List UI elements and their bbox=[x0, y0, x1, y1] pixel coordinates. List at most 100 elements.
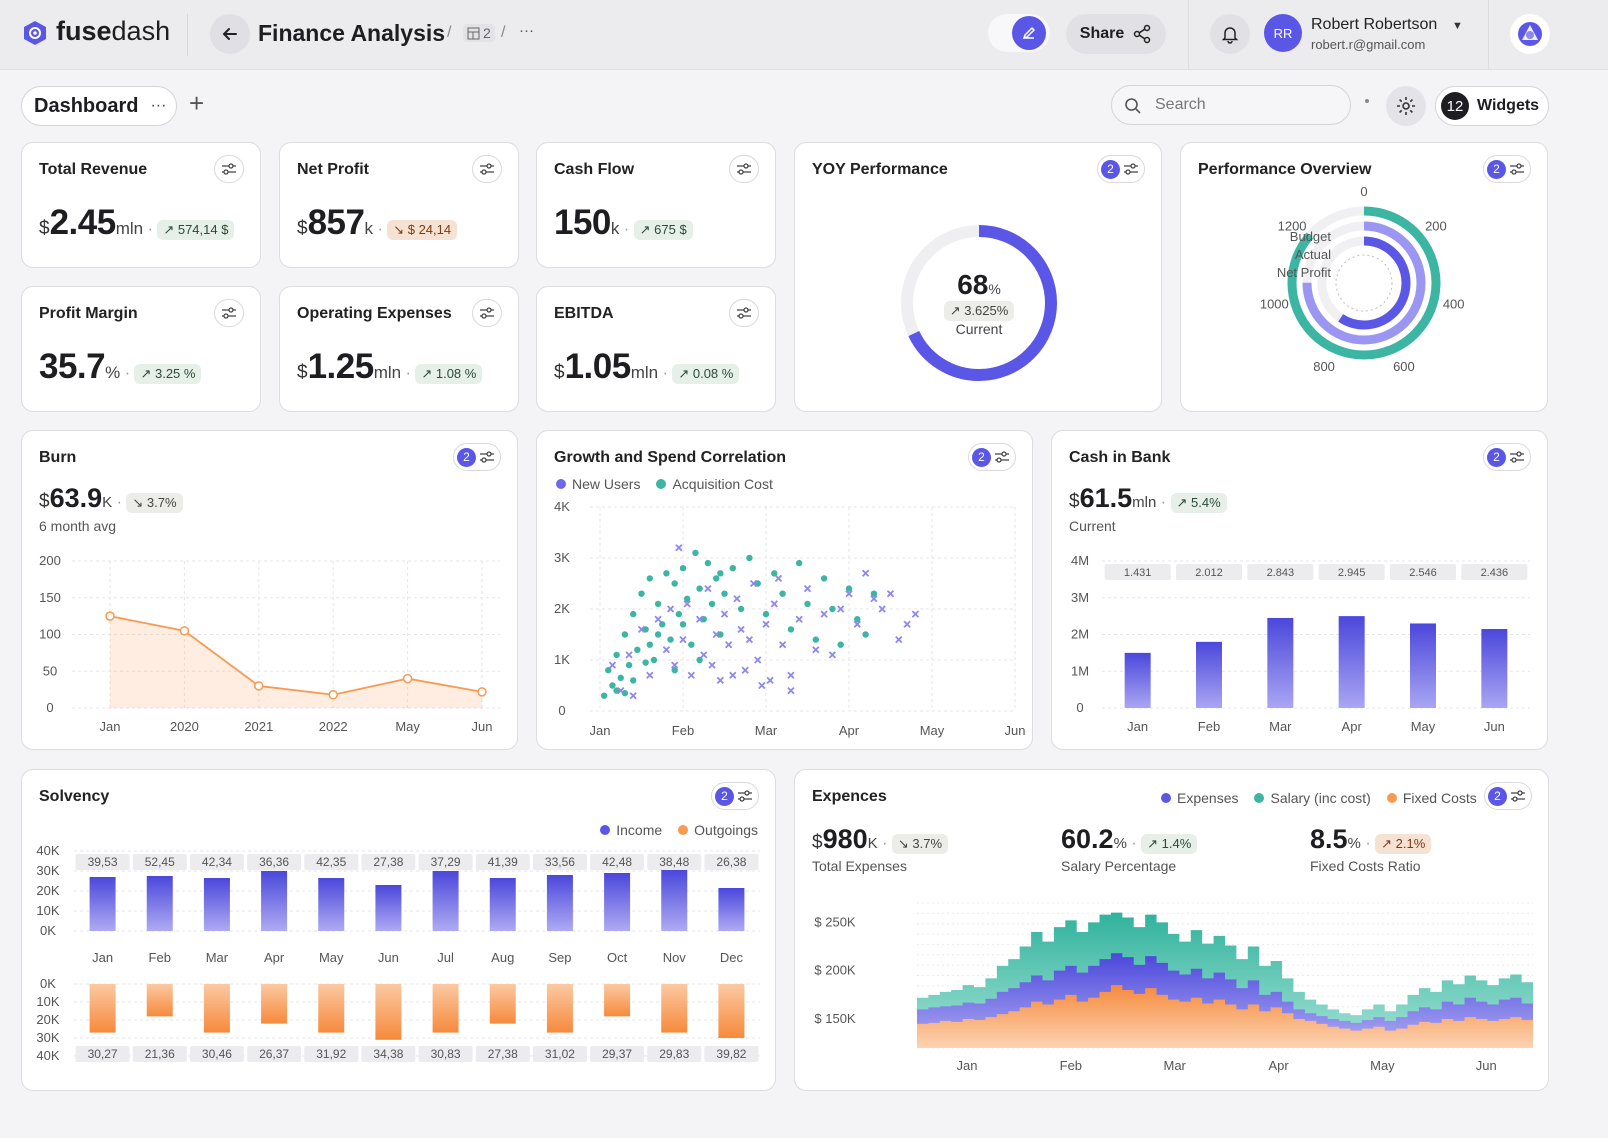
burn-point bbox=[328, 690, 338, 700]
filter-button[interactable]: 2 bbox=[1483, 443, 1531, 471]
y-tick-label: 0 bbox=[46, 700, 53, 715]
y-tick-label: 1M bbox=[1071, 663, 1089, 678]
radial-legend-label: Budget bbox=[1290, 229, 1332, 244]
legend-label: Outgoings bbox=[694, 822, 758, 838]
settings-button[interactable] bbox=[1386, 86, 1426, 126]
kpi-delta-chip: ↗ 675 $ bbox=[633, 219, 693, 240]
divider bbox=[1488, 0, 1489, 70]
scatter-point-new-users bbox=[654, 600, 662, 608]
avatar[interactable]: RR bbox=[1264, 14, 1302, 52]
outgoings-bar bbox=[146, 984, 173, 1017]
tab-dashboard[interactable]: Dashboard ··· bbox=[21, 86, 177, 126]
widgets-count-badge: 12 bbox=[1441, 92, 1469, 120]
burn-subtitle: 6 month avg bbox=[39, 518, 117, 534]
share-button[interactable]: Share bbox=[1066, 14, 1166, 54]
tab-more-button[interactable]: ··· bbox=[150, 97, 166, 115]
outgoings-bar bbox=[261, 984, 288, 1024]
bar-value-label: 2.945 bbox=[1338, 567, 1366, 579]
income-bar bbox=[318, 878, 345, 931]
bar-value-label: 27,38 bbox=[373, 855, 403, 869]
radial-tick-label: 0 bbox=[1360, 184, 1367, 199]
outgoings-bar bbox=[546, 984, 573, 1033]
scatter-point-new-users bbox=[675, 610, 683, 618]
filter-button[interactable] bbox=[214, 155, 244, 183]
back-button[interactable] bbox=[210, 14, 250, 54]
scatter-point-new-users bbox=[787, 626, 795, 633]
filter-button[interactable] bbox=[472, 299, 502, 327]
kpi-metric: $857k · ↘ $ 24,14 bbox=[297, 203, 458, 243]
kpi-value: 857 bbox=[307, 203, 365, 242]
filter-button[interactable] bbox=[472, 155, 502, 183]
tab-label: Dashboard bbox=[34, 94, 139, 117]
scatter-point-acquisition-cost bbox=[778, 641, 787, 649]
x-tick-label: Sep bbox=[548, 950, 571, 965]
filter-button[interactable]: 2 bbox=[1097, 155, 1145, 183]
sliders-icon bbox=[480, 307, 494, 319]
kpi-metric: 150k · ↗ 675 $ bbox=[554, 203, 693, 243]
filter-button[interactable]: 2 bbox=[1483, 155, 1531, 183]
kpi-unit: mln bbox=[115, 219, 144, 238]
cash-bar bbox=[1410, 623, 1436, 708]
scatter-point-acquisition-cost bbox=[903, 620, 911, 628]
widgets-button[interactable]: 12 Widgets bbox=[1435, 86, 1549, 126]
burn-value: 63.9 bbox=[49, 483, 103, 513]
solvency-bar-chart: 0K 10K 20K 30K 40K 0K 10K 20K 30K 40K 39,53 Jan 30,2… bbox=[36, 843, 760, 1063]
search-placeholder: Search bbox=[1155, 96, 1206, 113]
legend-swatch bbox=[1386, 793, 1397, 803]
filter-count-badge: 2 bbox=[457, 447, 476, 467]
outgoings-bar bbox=[661, 984, 688, 1033]
filter-button[interactable]: 2 bbox=[968, 443, 1016, 471]
workspace-logo-button[interactable] bbox=[1510, 14, 1550, 54]
bar-value-label: 29,83 bbox=[659, 1047, 689, 1061]
scatter-point-acquisition-cost bbox=[625, 651, 633, 659]
scatter-point-new-users bbox=[609, 682, 616, 689]
scatter-point-acquisition-cost bbox=[654, 615, 662, 623]
kpi-delta-chip: ↗ 3.25 % bbox=[134, 363, 202, 384]
card-title: Cash in Bank bbox=[1069, 449, 1171, 466]
delta-chip: ↗ 1.4% bbox=[1141, 833, 1198, 854]
scatter-point-new-users bbox=[721, 590, 728, 597]
card-title: Burn bbox=[39, 449, 77, 466]
filter-button[interactable]: 2 bbox=[1484, 782, 1532, 810]
filter-button[interactable] bbox=[729, 155, 759, 183]
delta-chip: ↘ 3.7% bbox=[891, 833, 949, 854]
add-tab-button[interactable]: + bbox=[189, 88, 204, 119]
filter-button[interactable] bbox=[729, 299, 759, 327]
card-title: Cash Flow bbox=[554, 161, 635, 178]
search-input[interactable]: Search bbox=[1111, 85, 1351, 125]
bar-value-label: 52,45 bbox=[145, 855, 175, 869]
notifications-button[interactable] bbox=[1210, 14, 1250, 54]
card-title: Expences bbox=[812, 788, 887, 805]
breadcrumb-dashboards[interactable]: 2 bbox=[463, 24, 495, 42]
scatter-point-new-users bbox=[600, 692, 608, 699]
kpi-metric: $2.45mln · ↗ 574,14 $ bbox=[39, 203, 235, 243]
separator-dot: · bbox=[662, 365, 668, 382]
filter-button[interactable]: 2 bbox=[711, 782, 759, 810]
scatter-point-new-users bbox=[638, 590, 645, 597]
edit-mode-toggle[interactable] bbox=[988, 14, 1050, 52]
bar-value-label: 26,38 bbox=[716, 855, 746, 869]
y-tick-label: 40K bbox=[36, 1048, 59, 1063]
user-name[interactable]: Robert Robertson bbox=[1311, 16, 1437, 34]
scatter-point-acquisition-cost bbox=[733, 595, 741, 603]
filter-button[interactable]: 2 bbox=[453, 443, 501, 471]
bar-value-label: 30,27 bbox=[88, 1047, 118, 1061]
top-bar: fusedash Finance Analysis / 2 / ··· Shar… bbox=[0, 0, 1608, 70]
y-tick-label: 1K bbox=[554, 652, 570, 667]
x-tick-label: May bbox=[319, 950, 344, 965]
scatter-point-acquisition-cost bbox=[608, 661, 617, 669]
bar-value-label: 2.546 bbox=[1409, 567, 1437, 579]
bar-value-label: 42,35 bbox=[316, 855, 346, 869]
x-tick-label: Jun bbox=[1005, 723, 1026, 738]
breadcrumb-more-button[interactable]: ··· bbox=[519, 22, 534, 39]
divider bbox=[1188, 0, 1189, 70]
share-label: Share bbox=[1079, 25, 1125, 42]
x-tick-label: Apr bbox=[264, 950, 285, 965]
filter-button[interactable] bbox=[214, 299, 244, 327]
y-tick-label: 20K bbox=[36, 883, 59, 898]
card-title: YOY Performance bbox=[812, 161, 948, 178]
yoy-unit: % bbox=[988, 281, 1001, 297]
chevron-down-icon[interactable]: ▼ bbox=[1452, 20, 1463, 32]
card-title: Profit Margin bbox=[39, 305, 138, 322]
scatter-point-acquisition-cost bbox=[725, 641, 733, 649]
